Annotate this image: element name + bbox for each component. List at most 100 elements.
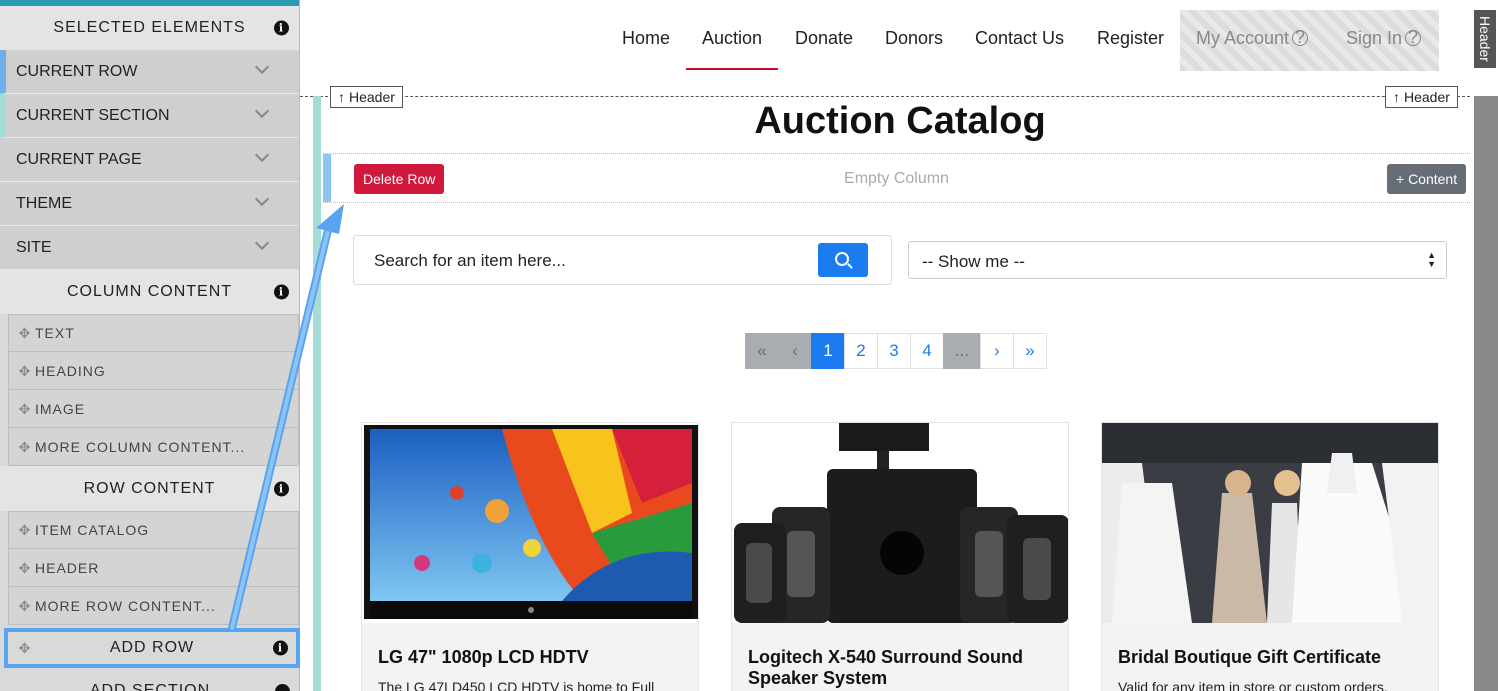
page-prev[interactable]: ‹ [778,333,812,369]
item-title[interactable]: Logitech X-540 Surround Sound Speaker Sy… [748,647,1058,689]
item-description: Valid for any item in store or custom or… [1118,679,1388,691]
item-image-tv[interactable] [362,423,698,623]
drag-handle-icon[interactable]: ✥ [18,440,32,454]
column-content-label: COLUMN CONTENT [66,283,233,300]
item-card[interactable]: Bridal Boutique Gift Certificate Valid f… [1101,422,1439,691]
page-2[interactable]: 2 [844,333,878,369]
content-item-label: HEADING [35,362,106,379]
page-1[interactable]: 1 [811,333,845,369]
show-me-value: -- Show me -- [922,252,1025,271]
content-item-label: MORE COLUMN CONTENT... [35,438,246,455]
group-label: CURRENT PAGE [16,150,142,168]
header-section-tab[interactable]: Header [1474,10,1496,68]
page-next[interactable]: › [980,333,1014,369]
info-icon[interactable]: i [274,20,289,36]
item-description: The LG 47LD450 LCD HDTV is home to Full [378,679,655,691]
item-title[interactable]: Bridal Boutique Gift Certificate [1118,647,1428,668]
group-label: CURRENT SECTION [16,106,170,124]
row-item-label: MORE ROW CONTENT... [35,597,216,614]
row-content-label: ROW CONTENT [83,479,216,497]
chevron-down-icon[interactable] [254,191,270,207]
content-item-heading[interactable]: ✥ HEADING [8,352,299,390]
site-nav: Home Auction Donate Donors Contact Us Re… [300,0,1470,80]
search-placeholder: Search for an item here... [374,251,566,270]
selected-elements-heading: SELECTED ELEMENTS i [0,6,299,50]
item-image-speakers[interactable] [732,423,1068,623]
nav-my-account[interactable]: My Account? [1196,28,1309,49]
page-first[interactable]: « [745,333,779,369]
row-content-heading: ROW CONTENT i [0,466,299,511]
content-item-more-column[interactable]: ✥ MORE COLUMN CONTENT... [8,428,299,466]
content-item-text[interactable]: ✥ TEXT [8,314,299,352]
page-root: SELECTED ELEMENTS i CURRENT ROW CURRENT … [0,0,1498,691]
row-item-label: ITEM CATALOG [35,522,150,538]
info-icon[interactable]: i [274,481,289,496]
my-account-label: My Account [1196,28,1290,48]
current-row[interactable]: Empty Column Delete Row + Content [323,153,1470,203]
show-me-select[interactable]: -- Show me -- ▲ ▼ [908,241,1447,279]
row-item-header[interactable]: ✥ HEADER [8,549,299,587]
drag-handle-icon[interactable]: ✥ [18,561,32,575]
add-row-label: ADD ROW [109,639,195,656]
group-current-section[interactable]: CURRENT SECTION [0,94,299,138]
content-item-label: IMAGE [35,400,86,417]
nav-auction[interactable]: Auction [685,28,779,70]
section-edge-right[interactable] [1474,96,1498,691]
nav-donors[interactable]: Donors [885,28,943,49]
column-content-heading: COLUMN CONTENT i [0,270,299,314]
item-card[interactable]: Logitech X-540 Surround Sound Speaker Sy… [731,422,1069,691]
search-input[interactable]: Search for an item here... [353,235,892,285]
add-row-item[interactable]: ✥ ADD ROW i [4,628,300,668]
delete-row-button[interactable]: Delete Row [354,164,445,194]
nav-home[interactable]: Home [622,28,670,49]
row-item-item-catalog[interactable]: ✥ ITEM CATALOG [8,511,299,549]
chevron-down-icon[interactable] [254,59,270,75]
info-icon[interactable] [275,684,290,691]
drag-handle-icon[interactable]: ✥ [18,641,32,655]
row-item-more-row[interactable]: ✥ MORE ROW CONTENT... [8,587,299,625]
chevron-down-icon[interactable] [254,103,270,119]
add-content-button[interactable]: + Content [1387,164,1467,194]
drag-handle-icon[interactable]: ✥ [18,326,32,340]
drag-handle-icon[interactable]: ✥ [18,364,32,378]
chevron-down-icon[interactable] [254,235,270,251]
chevron-updown-icon: ▲ ▼ [1427,250,1436,269]
item-card[interactable]: LG 47" 1080p LCD HDTV The LG 47LD450 LCD… [361,422,699,691]
builder-sidebar: SELECTED ELEMENTS i CURRENT ROW CURRENT … [0,0,300,691]
page-4[interactable]: 4 [910,333,944,369]
item-title[interactable]: LG 47" 1080p LCD HDTV [378,647,688,668]
chevron-down-icon[interactable] [254,147,270,163]
nav-donate[interactable]: Donate [795,28,853,49]
nav-contact-us[interactable]: Contact Us [975,28,1064,49]
selected-elements-label: SELECTED ELEMENTS [53,19,246,36]
add-section-item[interactable]: ADD SECTION [0,674,300,691]
group-current-page[interactable]: CURRENT PAGE [0,138,299,182]
drag-handle-icon[interactable]: ✥ [18,599,32,613]
info-icon[interactable]: i [274,284,289,300]
search-button[interactable] [818,243,868,277]
pagination: « ‹ 1 2 3 4 ... › » [745,333,1047,369]
section-divider [300,96,1470,97]
drag-handle-icon[interactable]: ✥ [18,402,32,416]
account-area: My Account? Sign In? [1180,10,1439,71]
nav-sign-in[interactable]: Sign In? [1346,28,1422,49]
question-circle-icon: ? [1292,28,1309,46]
add-section-label: ADD SECTION [89,682,211,691]
group-theme[interactable]: THEME [0,182,299,226]
page-ellipsis: ... [943,333,981,369]
nav-register[interactable]: Register [1097,28,1164,49]
question-circle-icon: ? [1405,28,1422,46]
section-edge-left [313,96,321,691]
row-item-label: HEADER [35,559,100,576]
page-last[interactable]: » [1013,333,1047,369]
page-3[interactable]: 3 [877,333,911,369]
group-site[interactable]: SITE [0,226,299,270]
page-title: Auction Catalog [754,100,1046,142]
group-current-row[interactable]: CURRENT ROW [0,50,299,94]
drag-handle-icon[interactable]: ✥ [18,523,32,537]
content-item-image[interactable]: ✥ IMAGE [8,390,299,428]
empty-column[interactable]: Empty Column [323,170,1470,188]
item-image-bridal[interactable] [1102,423,1438,623]
content-item-label: TEXT [35,325,75,341]
info-icon[interactable]: i [273,640,288,656]
